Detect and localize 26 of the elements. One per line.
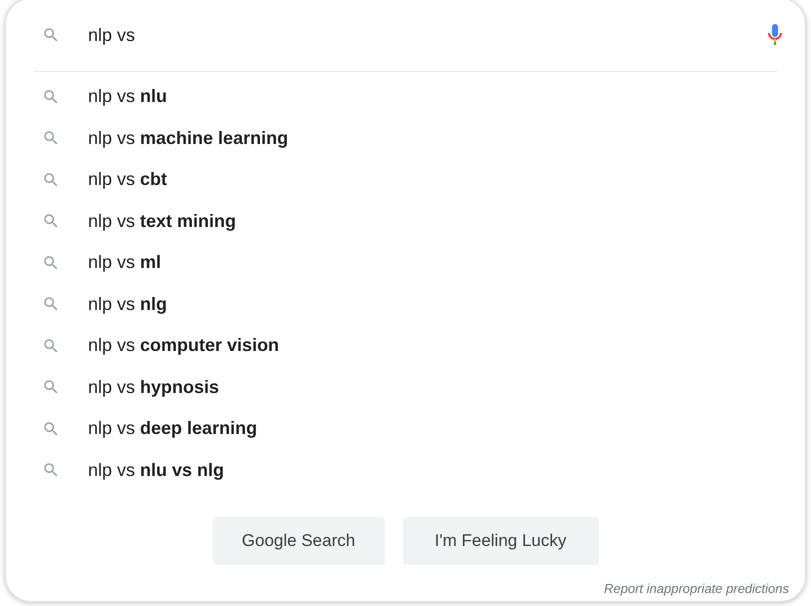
suggestion-item[interactable]: nlp vs nlg	[88, 290, 168, 318]
search-icon	[42, 378, 60, 396]
report-link[interactable]: Report inappropriate predictions	[604, 579, 789, 598]
search-icon	[42, 420, 60, 438]
suggestion-item[interactable]: nlp vs ml	[88, 249, 162, 276]
suggestion-item[interactable]: nlp vs deep learning	[88, 415, 258, 442]
suggestion-item[interactable]: nlp vs hypnosis	[88, 374, 220, 401]
search-icon	[42, 170, 60, 189]
search-icon	[42, 88, 60, 106]
suggestion-item[interactable]: nlp vs machine learning	[88, 124, 288, 152]
search-icon	[42, 129, 60, 148]
search-icon	[42, 212, 60, 230]
search-icon	[42, 295, 60, 314]
suggestion-item[interactable]: nlp vs cbt	[88, 166, 168, 194]
search-icon	[42, 461, 60, 480]
microphone-icon[interactable]	[767, 23, 783, 47]
search-icon	[42, 336, 60, 355]
suggestion-item[interactable]: nlp vs nlu	[88, 83, 168, 110]
search-button[interactable]: Google Search	[212, 517, 384, 565]
search-icon	[42, 254, 60, 272]
lucky-button[interactable]: I'm Feeling Lucky	[402, 517, 598, 565]
search-field[interactable]: nlp vs	[88, 22, 767, 48]
suggestion-item[interactable]: nlp vs computer vision	[88, 332, 280, 360]
suggestion-item[interactable]: nlp vs nlu vs nlg	[88, 456, 224, 484]
suggestion-item[interactable]: nlp vs text mining	[88, 208, 236, 235]
search-icon	[42, 26, 60, 44]
